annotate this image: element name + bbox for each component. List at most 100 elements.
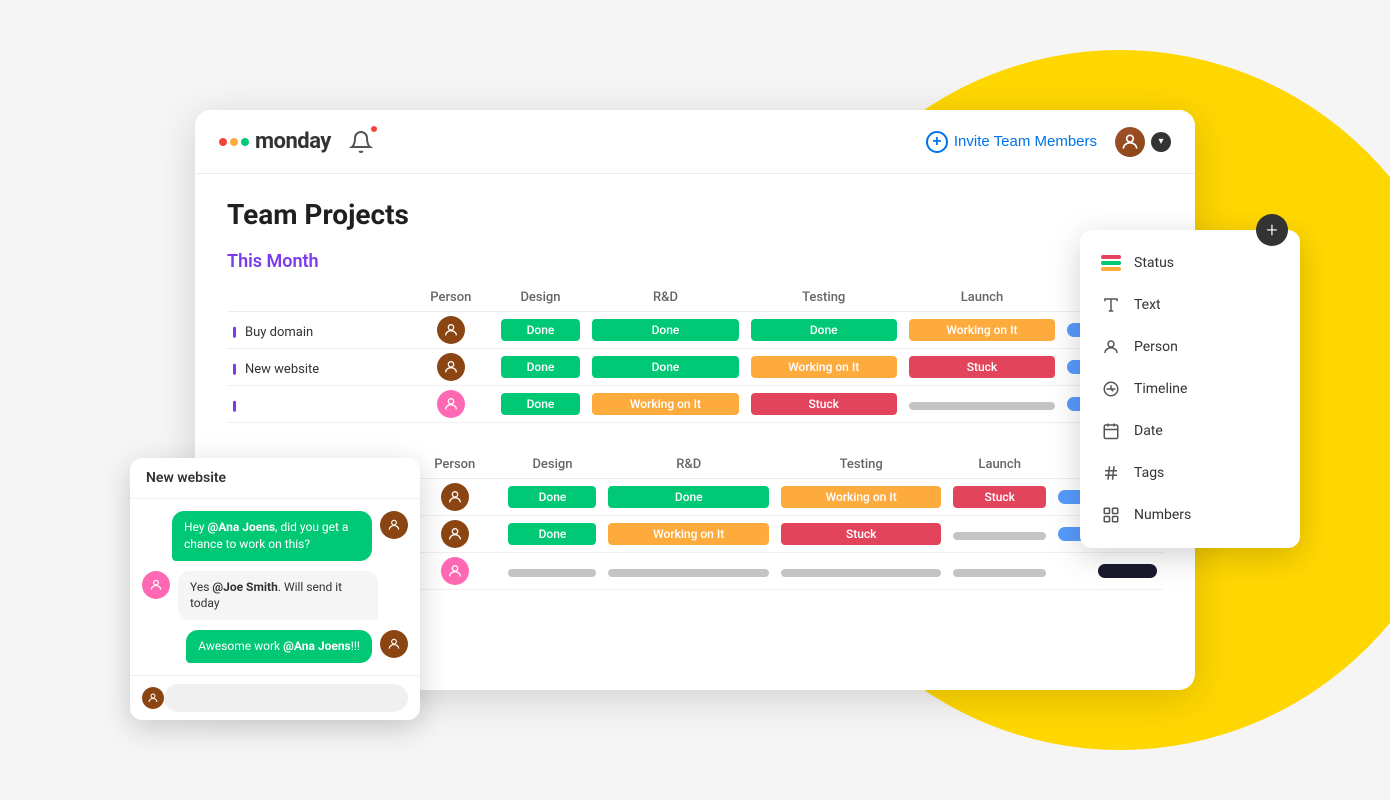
col-header-task bbox=[227, 284, 407, 312]
logo-text: monday bbox=[255, 129, 331, 154]
person-avatar bbox=[437, 316, 465, 344]
table-row: Done Working on It Stuck bbox=[227, 386, 1163, 423]
person-cell bbox=[407, 349, 495, 386]
picker-label: Status bbox=[1134, 255, 1174, 271]
status-pill: Stuck bbox=[781, 523, 941, 545]
status-pill bbox=[953, 569, 1046, 577]
status-pill: Done bbox=[501, 393, 581, 415]
design-cell: Done bbox=[495, 386, 587, 423]
person-avatar bbox=[441, 483, 469, 511]
chat-mention: @Joe Smith bbox=[212, 580, 277, 594]
rd-cell bbox=[602, 553, 774, 590]
app-header: monday + Invite Team Members bbox=[195, 110, 1195, 174]
status-pill: Done bbox=[608, 486, 768, 508]
chat-window: New website Hey @Ana Joens, did you get … bbox=[130, 458, 420, 720]
design-cell: Done bbox=[495, 312, 587, 349]
person-avatar bbox=[437, 390, 465, 418]
col-header-person2: Person bbox=[407, 451, 502, 479]
chat-input[interactable] bbox=[164, 684, 408, 712]
chat-bubble: Hey @Ana Joens, did you get a chance to … bbox=[172, 511, 372, 561]
logo-dot-orange bbox=[230, 138, 238, 146]
chat-avatar bbox=[380, 630, 408, 658]
person-icon bbox=[1100, 336, 1122, 358]
col-header-rd2: R&D bbox=[602, 451, 774, 479]
monday-logo: monday bbox=[219, 129, 331, 154]
table-row: New website Done Done Working on It Stuc… bbox=[227, 349, 1163, 386]
testing-cell: Stuck bbox=[745, 386, 903, 423]
testing-cell: Working on It bbox=[775, 479, 947, 516]
picker-label: Tags bbox=[1134, 465, 1164, 481]
rd-cell: Working on It bbox=[586, 386, 744, 423]
chat-message-2: Yes @Joe Smith. Will send it today bbox=[142, 571, 408, 621]
picker-label: Timeline bbox=[1134, 381, 1187, 397]
logo-dot-green bbox=[241, 138, 249, 146]
picker-item-date[interactable]: Date bbox=[1080, 410, 1300, 452]
timeline-icon bbox=[1100, 378, 1122, 400]
add-column-button[interactable]: + bbox=[1256, 214, 1288, 246]
chat-input-avatar bbox=[142, 687, 164, 709]
testing-cell: Stuck bbox=[775, 516, 947, 553]
chat-input-area bbox=[130, 675, 420, 720]
rd-cell: Done bbox=[602, 479, 774, 516]
col-header-rd: R&D bbox=[586, 284, 744, 312]
picker-item-text[interactable]: Text bbox=[1080, 284, 1300, 326]
tags-icon bbox=[1100, 462, 1122, 484]
launch-cell bbox=[947, 553, 1052, 590]
invite-label: Invite Team Members bbox=[954, 133, 1097, 150]
launch-cell bbox=[947, 516, 1052, 553]
avatar-chevron-icon[interactable]: ▾ bbox=[1151, 132, 1171, 152]
logo-dots bbox=[219, 138, 249, 146]
chat-message-1: Hey @Ana Joens, did you get a chance to … bbox=[142, 511, 408, 561]
task-name: Buy domain bbox=[233, 325, 313, 340]
col-header-launch2: Launch bbox=[947, 451, 1052, 479]
chat-message-3: Awesome work @Ana Joens!!! bbox=[142, 630, 408, 663]
chat-avatar bbox=[142, 571, 170, 599]
status-pill: Working on It bbox=[909, 319, 1055, 341]
status-pill: Working on It bbox=[781, 486, 941, 508]
status-pill: Done bbox=[751, 319, 897, 341]
logo-area: monday bbox=[219, 124, 379, 160]
status-pill: Done bbox=[501, 319, 581, 341]
picker-label: Text bbox=[1134, 297, 1161, 313]
status-pill: Done bbox=[508, 523, 596, 545]
date-icon bbox=[1100, 420, 1122, 442]
status-pill: Working on It bbox=[608, 523, 768, 545]
person-cell bbox=[407, 516, 502, 553]
person-avatar bbox=[441, 557, 469, 585]
section1-table: Person Design R&D Testing Launch Timelin… bbox=[227, 284, 1163, 423]
notification-bell[interactable] bbox=[343, 124, 379, 160]
avatar-face bbox=[1115, 127, 1145, 157]
chat-messages: Hey @Ana Joens, did you get a chance to … bbox=[130, 499, 420, 675]
status-pill bbox=[608, 569, 768, 577]
person-avatar bbox=[437, 353, 465, 381]
design-cell bbox=[502, 553, 602, 590]
status-pill: Done bbox=[592, 319, 738, 341]
col-header-design2: Design bbox=[502, 451, 602, 479]
col-header-person: Person bbox=[407, 284, 495, 312]
status-pill: Done bbox=[592, 356, 738, 378]
invite-plus-icon: + bbox=[926, 131, 948, 153]
chat-avatar bbox=[380, 511, 408, 539]
page-title: Team Projects bbox=[227, 198, 1163, 231]
status-pill: Working on It bbox=[751, 356, 897, 378]
picker-label: Numbers bbox=[1134, 507, 1191, 523]
avatar-user[interactable] bbox=[1113, 125, 1147, 159]
logo-dot-red bbox=[219, 138, 227, 146]
picker-item-status[interactable]: Status bbox=[1080, 242, 1300, 284]
text-icon bbox=[1100, 294, 1122, 316]
status-pill bbox=[508, 569, 596, 577]
invite-team-button[interactable]: + Invite Team Members bbox=[926, 131, 1097, 153]
picker-item-tags[interactable]: Tags bbox=[1080, 452, 1300, 494]
picker-item-numbers[interactable]: Numbers bbox=[1080, 494, 1300, 536]
chat-mention: @Ana Joens bbox=[208, 520, 276, 534]
avatar-group: ▾ bbox=[1113, 125, 1171, 159]
col-header-testing: Testing bbox=[745, 284, 903, 312]
launch-cell: Working on It bbox=[903, 312, 1061, 349]
picker-item-timeline[interactable]: Timeline bbox=[1080, 368, 1300, 410]
status-pill: Done bbox=[508, 486, 596, 508]
picker-label: Date bbox=[1134, 423, 1163, 439]
chat-mention: @Ana Joens bbox=[283, 639, 351, 653]
design-cell: Done bbox=[495, 349, 587, 386]
testing-cell bbox=[775, 553, 947, 590]
picker-item-person[interactable]: Person bbox=[1080, 326, 1300, 368]
